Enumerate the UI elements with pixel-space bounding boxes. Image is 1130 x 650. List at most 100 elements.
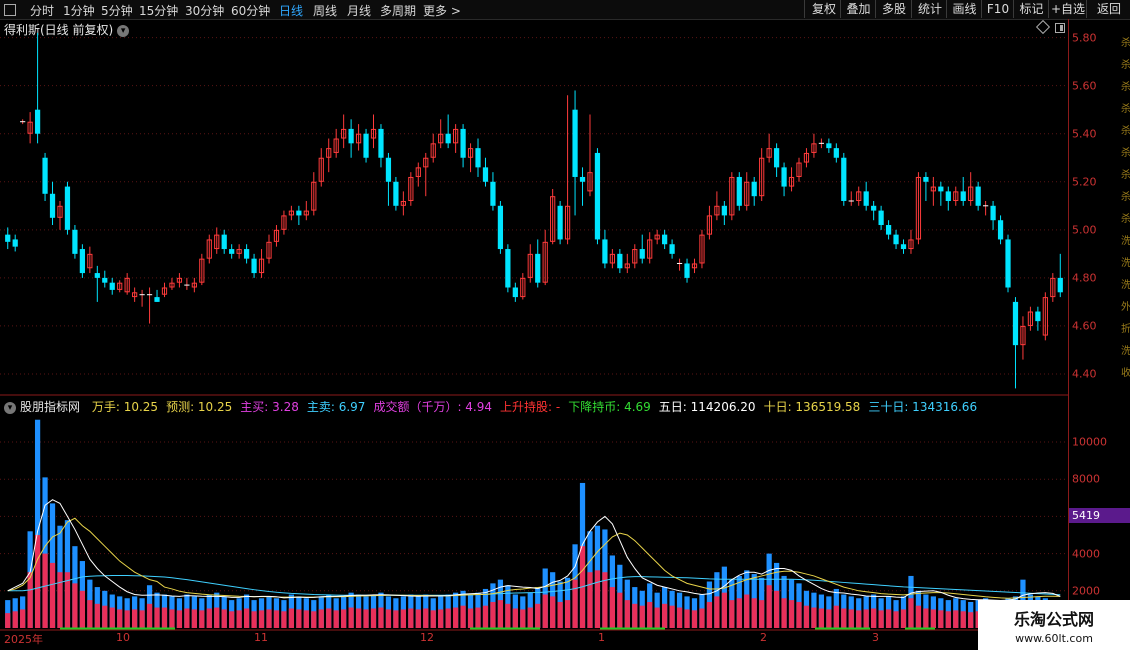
candle-body	[997, 220, 1004, 240]
candle-body	[1005, 239, 1011, 288]
volume-bar-buy	[303, 610, 309, 628]
candle-body	[579, 176, 586, 182]
volume-bar-buy	[460, 605, 466, 628]
volume-bar-buy	[229, 611, 235, 628]
signal-char: 杀	[1121, 104, 1130, 115]
kline-chart[interactable]	[0, 0, 1130, 650]
volume-bar-buy	[691, 610, 698, 628]
price-tick-label: 5.20	[1072, 175, 1097, 189]
price-tick-label: 5.80	[1072, 31, 1097, 45]
price-axis-line	[1068, 19, 1069, 631]
volume-bar-buy	[296, 609, 302, 628]
volume-bar-buy	[482, 605, 489, 628]
volume-bar-buy	[512, 608, 518, 628]
candle-body	[1035, 311, 1041, 322]
candle-body	[669, 244, 675, 254]
volume-bar-buy	[744, 594, 750, 628]
indicator-value: 主卖: 6.97	[306, 400, 366, 414]
candle-body	[1057, 277, 1063, 293]
indicator-name: 股朋指标网	[20, 400, 81, 414]
candle-body	[251, 258, 257, 274]
indicator-value: 五日: 114206.20	[658, 400, 756, 414]
candle-body	[684, 263, 690, 278]
candle-body	[617, 253, 623, 269]
candle-body	[296, 210, 302, 216]
date-label: 3	[872, 631, 879, 644]
volume-bar-buy	[803, 605, 810, 628]
volume-bar-buy	[378, 607, 384, 628]
volume-bar-buy	[408, 608, 414, 628]
volume-bar-buy	[117, 609, 123, 628]
volume-bar-buy	[923, 608, 929, 628]
volume-bar-buy	[273, 610, 280, 628]
volume-bar-buy	[430, 610, 436, 628]
volume-bar-buy	[161, 607, 168, 628]
signal-char: 杀	[1121, 82, 1130, 93]
volume-bar-buy	[184, 608, 190, 628]
candle-body	[12, 239, 18, 247]
price-tick-label: 4.40	[1072, 367, 1097, 381]
candle-body	[482, 167, 489, 182]
candle-body	[102, 277, 108, 283]
volume-bar-buy	[326, 608, 332, 628]
volume-bar-buy	[833, 605, 839, 628]
volume-bar-buy	[721, 592, 727, 628]
volume-bar-buy	[714, 596, 720, 628]
candle-body	[460, 128, 466, 158]
indicator-value: 三十日: 134316.66	[868, 400, 978, 414]
candle-body	[49, 193, 56, 218]
candle-body	[497, 205, 504, 250]
indicator-value: 成交额（千万）: 4.94	[373, 400, 493, 414]
volume-bar-buy	[438, 609, 444, 628]
volume-bar-buy	[811, 607, 817, 628]
candle-body	[572, 109, 578, 177]
volume-bar-buy	[251, 611, 257, 628]
volume-bar-buy	[497, 600, 504, 628]
candle-body	[378, 128, 384, 158]
signal-char: 洗	[1121, 258, 1130, 269]
candle-body	[94, 273, 100, 278]
volume-bar-buy	[915, 605, 922, 628]
volume-bar-buy	[423, 608, 429, 628]
volume-bar-buy	[542, 594, 548, 628]
chevron-down-icon[interactable]: ▾	[4, 401, 16, 414]
candle-body	[975, 186, 981, 206]
candle-body	[871, 205, 877, 211]
volume-bar-buy	[885, 609, 892, 628]
candle-body	[721, 205, 727, 216]
volume-bar-buy	[109, 607, 115, 628]
volume-bar-buy	[751, 598, 757, 628]
signal-char: 洗	[1121, 236, 1130, 247]
volume-bar-buy	[662, 603, 668, 628]
volume-bar-buy	[87, 600, 93, 628]
candle-body	[923, 176, 929, 182]
volume-bar-buy	[370, 608, 377, 628]
indicator-value: 下降持币: 4.69	[568, 400, 651, 414]
volume-bar-buy	[594, 570, 601, 628]
volume-bar-buy	[788, 600, 795, 628]
volume-bar-buy	[214, 607, 220, 628]
volume-bar-buy	[527, 607, 533, 628]
volume-bar-buy	[199, 610, 205, 628]
volume-bar-buy	[266, 609, 272, 628]
volume-bar-buy	[968, 612, 974, 628]
volume-bar-buy	[57, 572, 63, 628]
candle-body	[445, 133, 451, 144]
volume-bar-buy	[12, 611, 18, 628]
volume-bar-buy	[766, 585, 772, 628]
watermark-url: www.60lt.com	[1015, 632, 1093, 645]
signal-char: 杀	[1121, 60, 1130, 71]
volume-bar-buy	[146, 603, 153, 628]
watermark-title: 乐淘公式网	[1013, 610, 1094, 629]
signal-char: 洗	[1121, 280, 1130, 291]
date-label: 10	[116, 631, 130, 644]
candle-body	[154, 297, 160, 302]
candle-body	[348, 128, 354, 144]
volume-bar-buy	[930, 609, 936, 628]
volume-bar-buy	[684, 609, 690, 628]
volume-bar-buy	[102, 605, 108, 628]
candle-body	[900, 244, 907, 250]
volume-bar-buy	[773, 590, 780, 628]
volume-bar-buy	[415, 609, 421, 628]
indicator-value: 主买: 3.28	[240, 400, 299, 414]
